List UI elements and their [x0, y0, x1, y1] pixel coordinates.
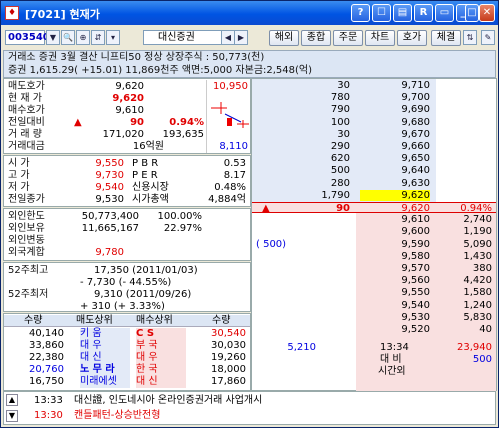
broker-row[interactable]: 40,140 키 움 C S 30,540: [4, 328, 250, 340]
bid-level-row[interactable]: 9,580 1,430: [252, 251, 496, 262]
trades-button[interactable]: 체결: [431, 30, 461, 46]
link-icon[interactable]: ⊕: [76, 30, 90, 45]
ask-level-row[interactable]: 280 9,630: [252, 178, 496, 189]
week52-high-diff-row: - 7,730 (- 44.55%): [80, 277, 172, 288]
broker-row[interactable]: 16,750 미래에셋 대 신 17,860: [4, 376, 250, 388]
week52-low-row: 52주최저 9,310 (2011/09/26): [8, 289, 192, 300]
broker-header: 수량 매도상위 매수상위 수량: [4, 315, 250, 327]
news-collapse-icon[interactable]: ▼: [6, 410, 18, 422]
prev-close-row: 전일종가 9,530 시가총액 4,884억: [8, 194, 246, 205]
news-item[interactable]: 13:30 캔들패턴-상승반전형: [34, 410, 494, 422]
ask-level-row[interactable]: 290 9,660: [252, 141, 496, 152]
search-icon[interactable]: 🔍: [61, 30, 75, 45]
foreign-hold-row: 외인보유 11,665,167 22.97%: [8, 223, 202, 234]
broker-row[interactable]: 33,860 대 우 부 국 30,030: [4, 340, 250, 352]
quote-button[interactable]: 호가: [397, 30, 427, 46]
help-button[interactable]: ?: [351, 4, 370, 22]
close-button[interactable]: ✕: [479, 4, 495, 22]
restore-button[interactable]: ▭: [435, 4, 454, 22]
main-window: ♦ [7021] 현재가 ? ☐ ▤ R ▭ _ □ ✕ 003540 ▼ 🔍 …: [0, 0, 499, 428]
window-option-button[interactable]: ☐: [372, 4, 391, 22]
split-icon[interactable]: ⇅: [463, 30, 477, 45]
ask-level-row[interactable]: 30 9,670: [252, 129, 496, 140]
mini-price-chart: [211, 102, 249, 128]
foreign-panel: 외인한도 50,773,400 100.00% 외인보유 11,665,167 …: [3, 208, 251, 261]
ask-level-row[interactable]: 100 9,680: [252, 117, 496, 128]
list-dropdown-icon[interactable]: ▾: [106, 30, 120, 45]
ask-level-row[interactable]: 500 9,640: [252, 165, 496, 176]
news-panel: ▲ ▼ 13:33 대신證, 인도네시아 온라인증권거래 사업개시 13:30 …: [3, 391, 496, 425]
overview-button[interactable]: 종합: [301, 30, 331, 46]
mini-chart: 10,950 8,110: [206, 80, 250, 153]
news-expand-icon[interactable]: ▲: [6, 394, 18, 406]
order-book: 30 9,710 780 9,700 790 9,690 100 9,680 3…: [251, 78, 497, 391]
ask-level-row[interactable]: 790 9,690: [252, 104, 496, 115]
foreign-limit-row: 외인한도 50,773,400 100.00%: [8, 211, 202, 222]
bid-level-row[interactable]: 9,530 5,830: [252, 312, 496, 323]
window-title: [7021] 현재가: [25, 8, 100, 21]
bid-level-row[interactable]: 9,520 40: [252, 324, 496, 335]
up-arrow-icon: ▲: [262, 203, 270, 214]
stock-info-bar: 거래소 증권 3월 결산 니프티50 정상 상장주식 : 50,773(천) 증…: [3, 50, 496, 78]
quote-panel: 매도호가 9,620 현 재 가 9,620 매수호가 9,610 전일대비 ▲…: [3, 78, 251, 154]
next-stock-icon[interactable]: ▶: [234, 30, 248, 45]
up-arrow-icon: ▲: [74, 117, 82, 128]
broker-row[interactable]: 20,760 노 무 라 한 국 18,000: [4, 364, 250, 376]
app-icon: ♦: [5, 6, 19, 20]
open-row: 시 가 9,550 P B R 0.53: [8, 158, 246, 169]
news-item[interactable]: 13:33 대신證, 인도네시아 온라인증권거래 사업개시: [34, 395, 494, 407]
orderbook-vs-row: 대 비 500: [380, 354, 492, 366]
prev-stock-icon[interactable]: ◀: [221, 30, 235, 45]
week52-panel: 52주최고 17,350 (2011/01/03) - 7,730 (- 44.…: [3, 262, 251, 312]
info-line-1: 거래소 증권 3월 결산 니프티50 정상 상장주식 : 50,773(천): [8, 52, 265, 63]
ask-level-row[interactable]: 30 9,710: [252, 80, 496, 91]
stock-code-input[interactable]: 003540: [5, 30, 50, 45]
orderbook-total-row: 5,210 13:34 23,940: [287, 342, 492, 354]
chart-button[interactable]: 차트: [365, 30, 395, 46]
order-button[interactable]: 주문: [333, 30, 363, 46]
bid-level-row[interactable]: 9,560 4,420: [252, 275, 496, 286]
bid-level-row[interactable]: 9,610 2,740: [252, 214, 496, 225]
bid-level-row[interactable]: ( 500) 9,590 5,090: [252, 239, 496, 250]
bid-level-row[interactable]: 9,570 380: [252, 263, 496, 274]
low-row: 저 가 9,540 신용시장 0.48%: [8, 182, 246, 193]
title-bar[interactable]: ♦ [7021] 현재가 ? ☐ ▤ R ▭ _ □ ✕: [1, 1, 498, 25]
bid-level-row[interactable]: 9,600 1,190: [252, 226, 496, 237]
week52-high-row: 52주최고 17,350 (2011/01/03): [8, 265, 198, 276]
ask-level-row[interactable]: 620 9,650: [252, 153, 496, 164]
settings-icon[interactable]: ✎: [481, 30, 495, 45]
week52-low-diff-row: + 310 (+ 3.33%): [80, 301, 165, 312]
bid-level-row[interactable]: 9,540 1,240: [252, 300, 496, 311]
broker-panel: 수량 매도상위 매수상위 수량 40,140 키 움 C S 30,540 33…: [3, 313, 251, 391]
ask-level-row[interactable]: 780 9,700: [252, 92, 496, 103]
bid-level-row[interactable]: 9,550 1,580: [252, 287, 496, 298]
maximize-button[interactable]: □: [465, 4, 479, 22]
high-row: 고 가 9,730 P E R 8.17: [8, 170, 246, 181]
layout-button[interactable]: ▤: [393, 4, 412, 22]
broker-row[interactable]: 22,380 대 신 대 우 19,260: [4, 352, 250, 364]
orderbook-after-hours-row: 시간외: [378, 366, 406, 378]
sort-icon[interactable]: ⇵: [91, 30, 105, 45]
overseas-button[interactable]: 해외: [269, 30, 299, 46]
info-line-2: 증권 1,615.29( +15.01) 11,869천주 액면:5,000 자…: [8, 65, 313, 76]
refresh-button[interactable]: R: [414, 4, 433, 22]
ohlc-panel: 시 가 9,550 P B R 0.53 고 가 9,730 P E R 8.1…: [3, 155, 251, 207]
foreign-change-row: 외인변동: [8, 235, 45, 246]
ask-level-row[interactable]: 1,790 9,620: [252, 189, 496, 201]
current-price-band: ▲ 90 9,620 0.94%: [252, 202, 496, 214]
foreign-sum-row: 외국계합 9,780: [8, 247, 124, 258]
dropdown-icon[interactable]: ▼: [46, 30, 60, 45]
toolbar: 003540 ▼ 🔍 ⊕ ⇵ ▾ 대신증권 ◀ ▶ 해외 종합 주문 차트 호가…: [3, 27, 496, 49]
